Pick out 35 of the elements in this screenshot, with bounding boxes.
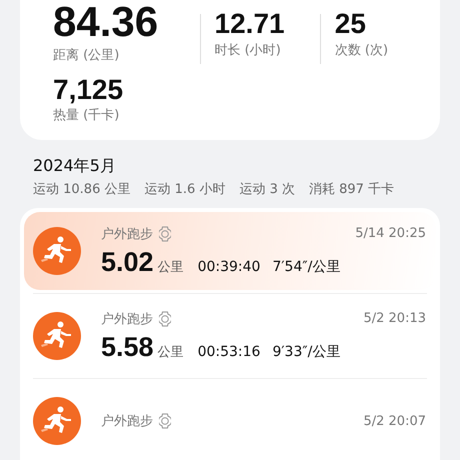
stat-value: 25 (334, 10, 367, 38)
watch-icon (159, 226, 171, 242)
stat-label: 时长 (小时) (214, 43, 282, 59)
month-total: 运动 1.6 小时 (144, 181, 226, 198)
month-total: 运动 3 次 (239, 181, 295, 198)
runner-icon (33, 227, 81, 275)
record-time: 5/2 20:13 (363, 311, 426, 326)
activity-type: 户外跑步 (101, 310, 153, 328)
duration: 00:39:40 (198, 258, 260, 274)
month-total: 运动 10.86 公里 (33, 181, 130, 198)
stat-value: 12.71 (214, 10, 286, 38)
stat-label: 距离 (公里) (53, 48, 120, 64)
runner-icon (33, 312, 81, 360)
record-time: 5/14 20:25 (355, 226, 426, 241)
stat-label: 热量 (千卡) (53, 108, 120, 124)
distance-unit: 公里 (158, 344, 184, 360)
activity-type: 户外跑步 (101, 226, 153, 242)
record-row[interactable]: 户外跑步 5/2 20:07 (24, 382, 436, 460)
duration: 00:53:16 (198, 344, 260, 360)
watch-icon (159, 413, 171, 429)
stat-label: 次数 (次) (334, 43, 390, 59)
pace: 7′54″/公里 (272, 258, 340, 276)
activity-type: 户外跑步 (101, 413, 153, 430)
distance-value: 5.02 (101, 246, 154, 278)
record-time: 5/2 20:07 (363, 414, 426, 428)
pace: 9′33″/公里 (272, 342, 340, 360)
stat-value: 7,125 (53, 76, 124, 104)
runner-icon (33, 397, 81, 445)
month-total: 消耗 897 千卡 (308, 181, 394, 198)
stat-value: 84.36 (53, 0, 160, 44)
distance-value: 5.58 (101, 332, 154, 362)
watch-icon (159, 310, 171, 326)
month-title: 2024年5月 (33, 156, 117, 176)
record-row[interactable]: 户外跑步 5/2 20:13 5.58 公里 00:53:16 9′33″/公里 (24, 297, 436, 375)
distance-unit: 公里 (158, 258, 184, 276)
